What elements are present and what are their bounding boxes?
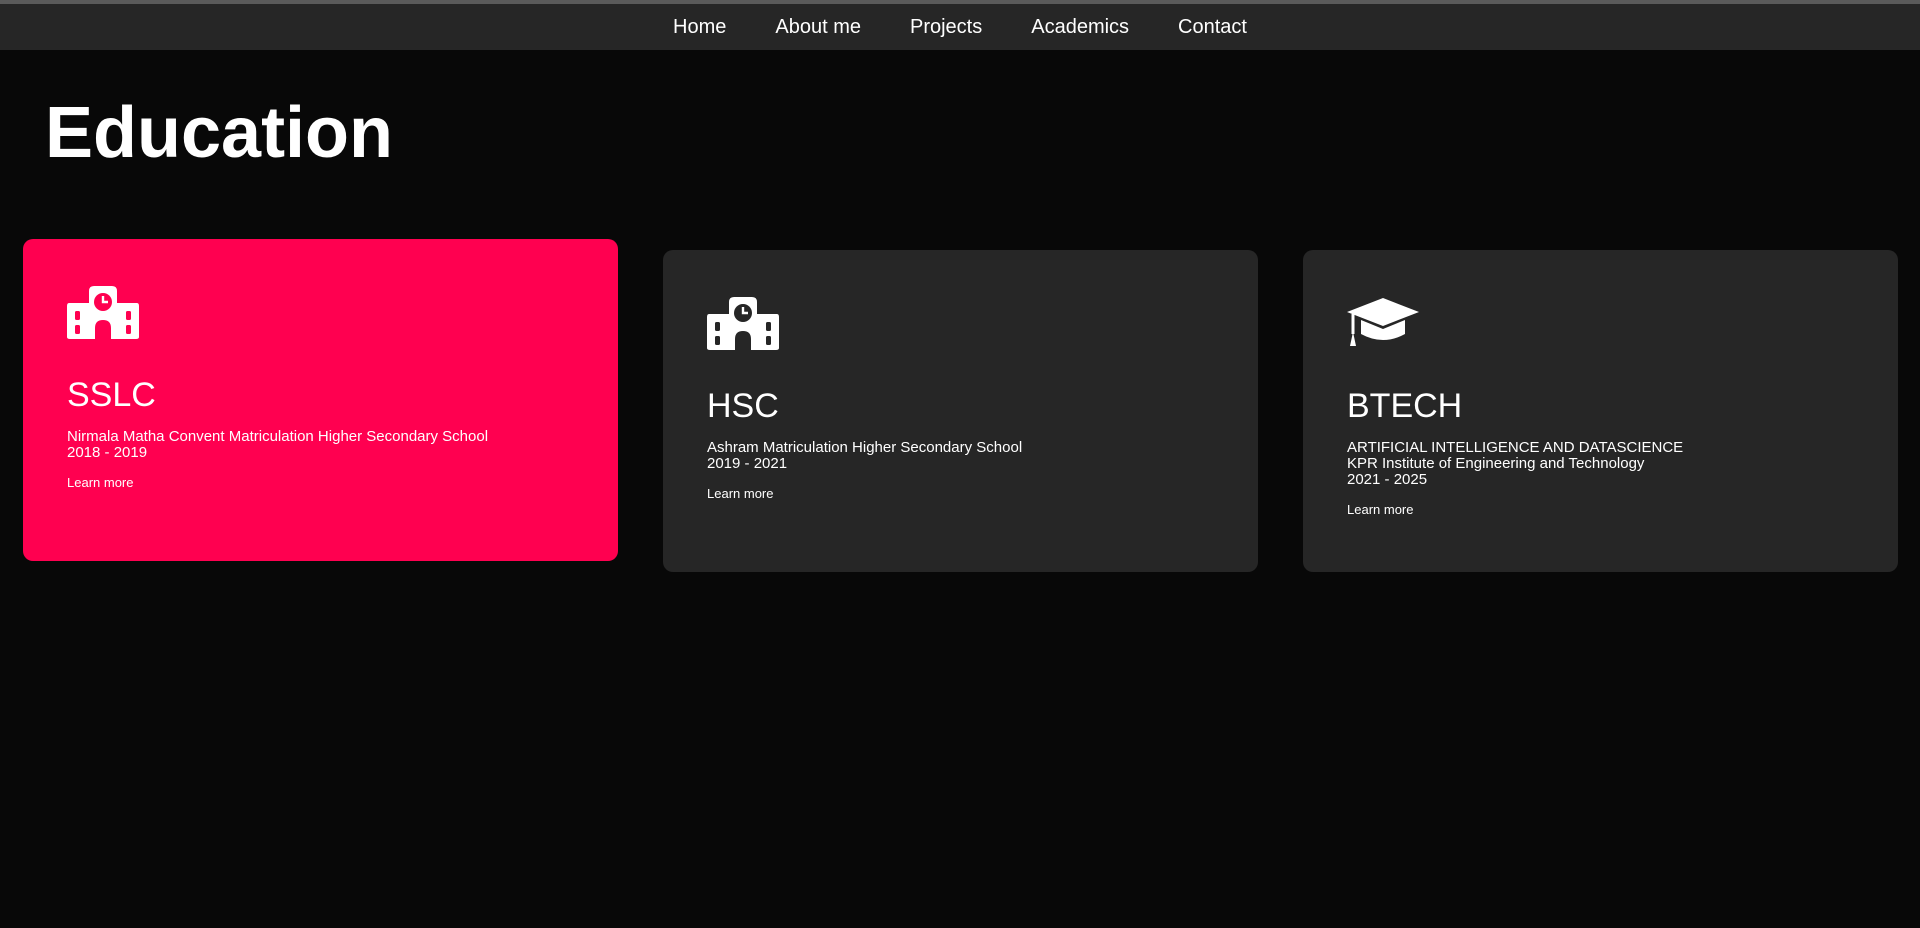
card-institute-name: KPR Institute of Engineering and Technol… [1347, 455, 1645, 472]
card-degree-name: ARTIFICIAL INTELLIGENCE AND DATASCIENCE [1347, 439, 1684, 456]
card-school-name: Nirmala Matha Convent Matriculation High… [67, 428, 489, 445]
page-title: Education [45, 93, 394, 173]
card-years: 2019 - 2021 [707, 455, 788, 472]
nav-link-projects[interactable]: Projects [910, 4, 982, 50]
graduation-cap-icon [1347, 298, 1419, 346]
card-title: SSLC [67, 376, 156, 414]
card-school-name: Ashram Matriculation Higher Secondary Sc… [707, 439, 1023, 456]
learn-more-link[interactable]: Learn more [67, 475, 133, 490]
education-card-btech[interactable]: BTECH ARTIFICIAL INTELLIGENCE AND DATASC… [1303, 250, 1898, 572]
card-description: Ashram Matriculation Higher Secondary Sc… [707, 440, 1214, 472]
top-navbar: Home About me Projects Academics Contact [0, 4, 1920, 50]
learn-more-link[interactable]: Learn more [1347, 502, 1413, 517]
card-years: 2021 - 2025 [1347, 471, 1428, 488]
card-years: 2018 - 2019 [67, 444, 148, 461]
education-card-sslc[interactable]: SSLC Nirmala Matha Convent Matriculation… [23, 239, 618, 561]
nav-link-home[interactable]: Home [673, 4, 726, 50]
nav-link-about-me[interactable]: About me [775, 4, 861, 50]
school-icon [67, 286, 139, 339]
learn-more-link[interactable]: Learn more [707, 486, 773, 501]
education-card-hsc[interactable]: HSC Ashram Matriculation Higher Secondar… [663, 250, 1258, 572]
card-title: HSC [707, 387, 779, 425]
card-title: BTECH [1347, 387, 1463, 425]
card-description: ARTIFICIAL INTELLIGENCE AND DATASCIENCE … [1347, 440, 1854, 488]
card-description: Nirmala Matha Convent Matriculation High… [67, 429, 574, 461]
nav-link-contact[interactable]: Contact [1178, 4, 1247, 50]
nav-link-academics[interactable]: Academics [1031, 4, 1129, 50]
school-icon [707, 297, 779, 350]
